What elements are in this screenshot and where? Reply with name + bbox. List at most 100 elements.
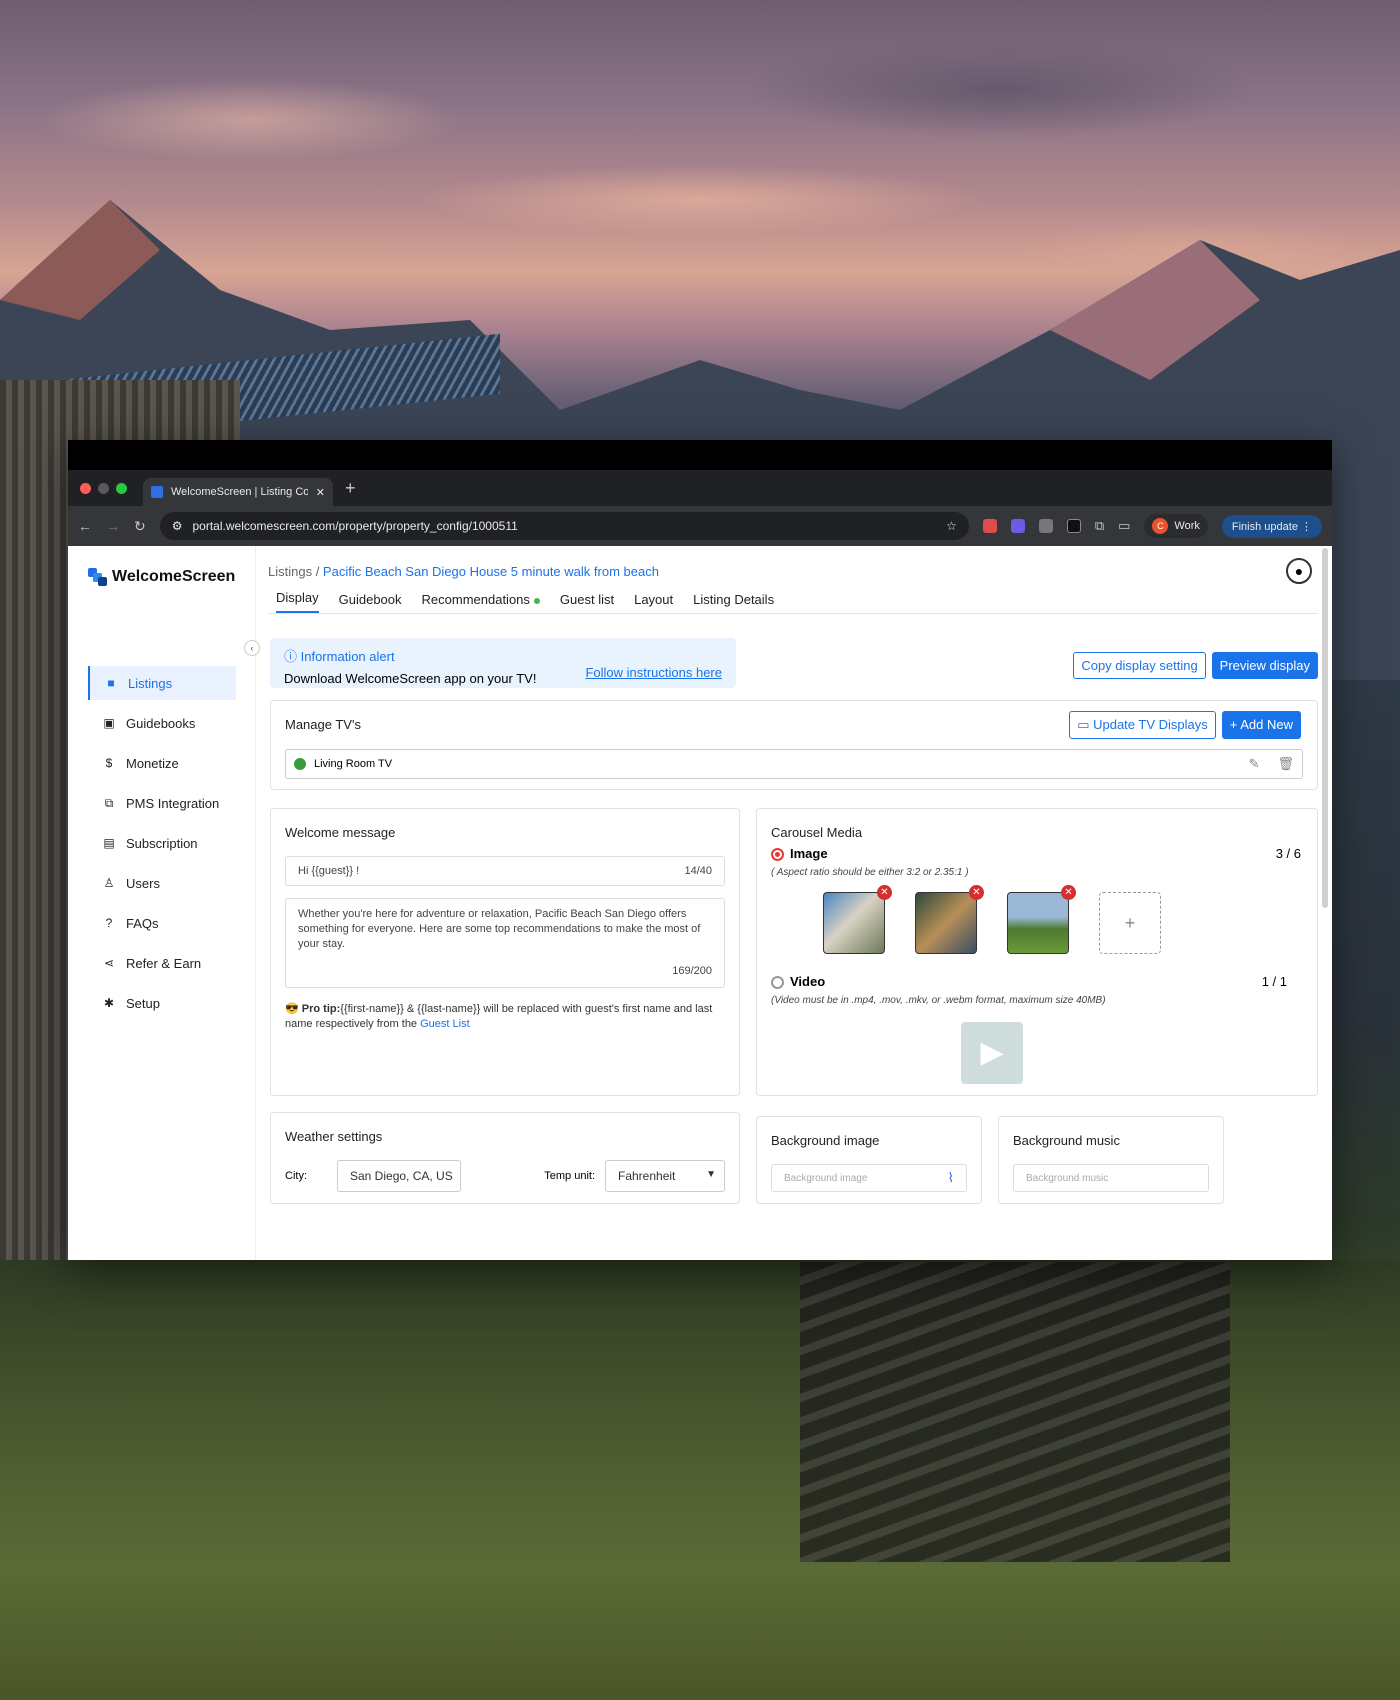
background-image-placeholder: Background image (784, 1173, 868, 1184)
information-alert: ⓘ Information alert Download WelcomeScre… (270, 638, 736, 688)
delete-trash-icon[interactable]: 🗑 (1277, 756, 1294, 772)
vertical-scrollbar[interactable] (1322, 548, 1328, 908)
sidebar-item-refer-earn[interactable]: ⋖ Refer & Earn (88, 946, 236, 980)
carousel-image-thumbnail[interactable]: ✕ (1007, 885, 1076, 955)
background-music-title: Background music (1013, 1133, 1120, 1148)
tab-guidebook[interactable]: Guidebook (339, 592, 402, 613)
site-settings-icon[interactable]: ⚙ (172, 519, 183, 533)
dark-extension-icon[interactable] (1066, 519, 1081, 533)
greeting-value: Hi {{guest}} ! (298, 865, 360, 877)
address-bar: ← → ↻ ⚙ portal.welcomescreen.com/propert… (68, 506, 1332, 546)
bookmark-star-icon[interactable]: ☆ (946, 519, 957, 533)
background-music-input[interactable]: Background music (1013, 1164, 1209, 1192)
preview-display-button[interactable]: Preview display (1211, 652, 1318, 679)
temp-unit-select[interactable]: Fahrenheit ▼ (605, 1160, 725, 1192)
close-window-button[interactable] (80, 482, 91, 494)
url-field[interactable]: ⚙ portal.welcomescreen.com/property/prop… (159, 512, 969, 540)
pro-tip-label: Pro tip: (301, 1003, 341, 1015)
paperclip-icon[interactable]: ⌇ (948, 1170, 954, 1186)
video-radio-icon[interactable] (771, 976, 784, 990)
add-image-button[interactable]: + (1099, 892, 1161, 955)
tab-recommendations[interactable]: Recommendations (422, 592, 540, 613)
carousel-image-thumbnail[interactable]: ✕ (823, 885, 892, 955)
tab-layout[interactable]: Layout (634, 592, 673, 613)
carousel-image-thumbnail[interactable]: ✕ (915, 885, 984, 955)
sidebar-item-users[interactable]: ♙ Users (88, 866, 236, 900)
follow-instructions-link[interactable]: Follow instructions here (585, 665, 722, 680)
video-thumbnail[interactable]: ▶ (961, 1022, 1023, 1085)
sidebar-item-label: Monetize (126, 755, 179, 771)
finish-update-label: Finish update (1231, 520, 1298, 533)
sidebar: WelcomeScreen ■ Listings ▣ Guidebooks $ … (68, 546, 256, 1260)
remove-image-icon[interactable]: ✕ (877, 885, 892, 901)
cast-icon[interactable]: ▭ (1118, 518, 1130, 534)
listings-icon: ■ (107, 676, 115, 690)
tab-listing-details[interactable]: Listing Details (693, 592, 774, 613)
brand-logo[interactable]: WelcomeScreen (88, 568, 255, 586)
guest-list-link[interactable]: Guest List (420, 1018, 470, 1030)
reload-icon[interactable]: ↻ (134, 518, 146, 535)
minimize-window-button[interactable] (98, 482, 109, 494)
purple-extension-icon[interactable] (1010, 519, 1025, 533)
sidebar-item-pms-integration[interactable]: ⧉ PMS Integration (88, 786, 236, 820)
back-arrow-icon[interactable]: ← (78, 518, 92, 534)
browser-tab[interactable]: WelcomeScreen | Listing Con ✕ (143, 478, 333, 506)
sunglasses-emoji-icon: 😎 (285, 1003, 302, 1015)
remove-image-icon[interactable]: ✕ (969, 885, 984, 901)
extensions-bar: ⧉ ▭ C Work Finish update ⋮ (982, 514, 1322, 538)
weather-settings-title: Weather settings (285, 1129, 383, 1144)
sidebar-item-monetize[interactable]: $ Monetize (88, 746, 236, 780)
background-image-input[interactable]: Background image ⌇ (771, 1164, 967, 1192)
breadcrumb-root[interactable]: Listings (268, 564, 312, 579)
camera-extension-icon[interactable] (1038, 519, 1053, 533)
background-music-card: Background music Background music (998, 1116, 1224, 1204)
sidebar-item-setup[interactable]: ✱ Setup (88, 986, 236, 1020)
greeting-input[interactable]: Hi {{guest}} ! 14/40 (285, 856, 725, 886)
city-label: City: (285, 1170, 307, 1182)
dollar-icon: $ (105, 756, 113, 770)
welcomescreen-favicon-icon (151, 486, 163, 498)
pin-extension-icon[interactable] (982, 519, 997, 533)
main-content: Listings / Pacific Beach San Diego House… (244, 546, 1332, 1260)
update-tv-displays-button[interactable]: ▭ Update TV Displays (1069, 711, 1216, 739)
sidebar-item-label: Subscription (126, 835, 198, 851)
finish-update-button[interactable]: Finish update ⋮ (1221, 514, 1322, 538)
image-count: 3 / 6 (1275, 846, 1301, 861)
tab-guest-list[interactable]: Guest list (560, 592, 614, 613)
sidebar-item-listings[interactable]: ■ Listings (88, 666, 236, 700)
weather-fields: City: San Diego, CA, US Temp unit: Fahre… (285, 1160, 725, 1192)
tab-recommendations-label: Recommendations (421, 592, 530, 607)
city-input[interactable]: San Diego, CA, US (337, 1160, 461, 1192)
breadcrumb-current[interactable]: Pacific Beach San Diego House 5 minute w… (323, 564, 659, 579)
sidebar-item-subscription[interactable]: ▤ Subscription (88, 826, 236, 860)
tv-actions: ▭ Update TV Displays + Add New (1069, 711, 1301, 739)
status-dot-icon (533, 597, 540, 604)
tv-device-row[interactable]: Living Room TV ✎ 🗑 (285, 749, 1303, 779)
breadcrumb-separator: / (312, 564, 323, 579)
puzzle-extensions-icon[interactable]: ⧉ (1095, 518, 1104, 534)
maximize-window-button[interactable] (116, 482, 127, 494)
new-tab-icon[interactable]: + (345, 478, 356, 499)
subscription-icon: ▤ (103, 836, 115, 850)
image-option[interactable]: Image 3 / 6 (771, 846, 1303, 862)
welcome-message-textarea[interactable]: Whether you're here for adventure or rel… (285, 898, 725, 988)
close-tab-icon[interactable]: ✕ (316, 486, 325, 499)
profile-chip[interactable]: C Work (1144, 514, 1208, 538)
tab-display[interactable]: Display (276, 590, 319, 613)
forward-arrow-icon[interactable]: → (106, 518, 120, 534)
user-icon: ♙ (103, 876, 115, 890)
profile-avatar: C (1152, 518, 1169, 534)
image-radio-icon[interactable] (771, 848, 784, 862)
copy-display-setting-button[interactable]: Copy display setting (1073, 652, 1206, 679)
collapse-sidebar-button[interactable]: ‹ (244, 640, 260, 656)
edit-pencil-icon[interactable]: ✎ (1249, 756, 1260, 772)
video-option[interactable]: Video 1 / 1 (771, 974, 1303, 990)
sidebar-item-faqs[interactable]: ? FAQs (88, 906, 236, 940)
account-icon[interactable]: ● (1286, 558, 1312, 584)
monitor-icon: ▭ (1077, 717, 1094, 732)
sidebar-item-guidebooks[interactable]: ▣ Guidebooks (88, 706, 236, 740)
add-new-tv-button[interactable]: + Add New (1221, 711, 1301, 739)
sidebar-item-label: Refer & Earn (126, 955, 202, 971)
remove-image-icon[interactable]: ✕ (1061, 885, 1076, 901)
image-option-label: Image (790, 846, 828, 861)
